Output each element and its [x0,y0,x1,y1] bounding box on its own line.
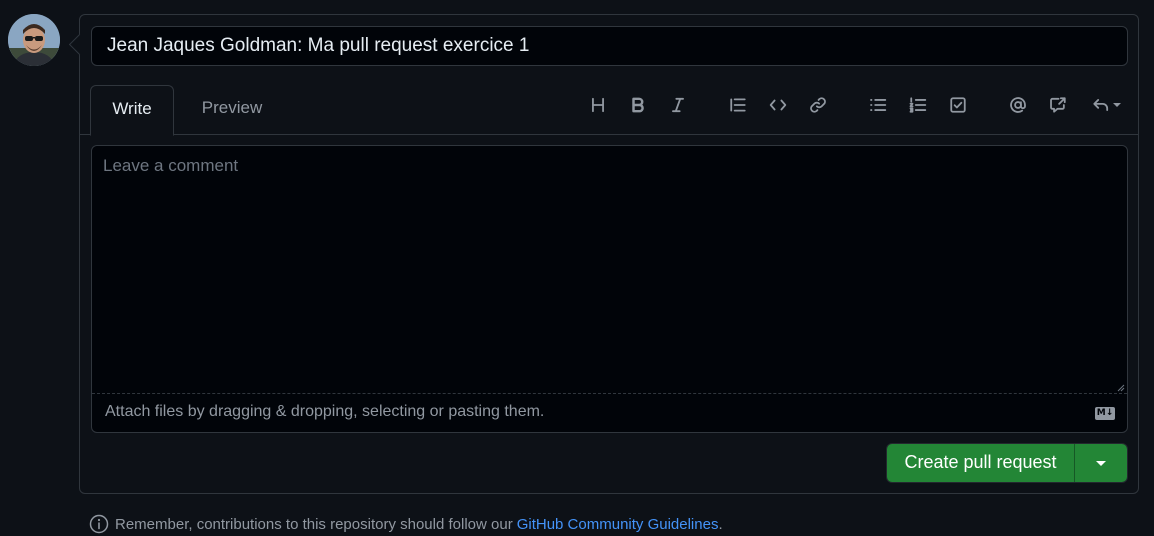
comment-textarea[interactable] [92,146,1127,394]
italic-button[interactable] [664,91,692,119]
mention-button[interactable] [1004,91,1032,119]
ordered-list-button[interactable] [904,91,932,119]
guidelines-note-text: Remember, contributions to this reposito… [115,515,513,533]
task-list-button[interactable] [944,91,972,119]
mention-icon [1010,97,1026,113]
chevron-down-icon [1112,103,1121,107]
avatar[interactable] [8,14,60,66]
community-guidelines-link[interactable]: GitHub Community Guidelines [517,516,719,533]
saved-replies-button[interactable] [1086,91,1126,119]
link-button[interactable] [804,91,832,119]
tab-write[interactable]: Write [90,85,174,136]
cross-reference-icon [1050,97,1066,113]
bold-icon [632,97,644,113]
resize-handle-icon[interactable] [1115,382,1125,392]
quote-icon [730,98,746,112]
info-icon [89,514,109,534]
create-pull-request-button-group: Create pull request [886,443,1128,483]
create-options-dropdown-button[interactable] [1075,444,1127,482]
ordered-list-icon [909,97,927,113]
quote-button[interactable] [724,91,752,119]
heading-button[interactable] [584,91,612,119]
cross-reference-button[interactable] [1044,91,1072,119]
community-guidelines-note: Remember, contributions to this reposito… [89,514,723,534]
bold-button[interactable] [624,91,652,119]
markdown-icon[interactable]: M↓ [1095,407,1115,420]
code-button[interactable] [764,91,792,119]
italic-icon [672,97,684,113]
unordered-list-button[interactable] [864,91,892,119]
pull-request-title-input[interactable] [91,26,1128,66]
attach-files-text: Attach files by dragging & dropping, sel… [105,403,545,420]
avatar-image [8,14,60,66]
guidelines-note-suffix: . [718,515,723,533]
create-pull-request-button[interactable]: Create pull request [887,444,1075,482]
code-icon [769,99,787,111]
task-list-icon [950,97,966,113]
saved-replies-icon [1092,99,1108,111]
triangle-down-icon [1096,460,1106,466]
file-attachment-area[interactable]: Attach files by dragging & dropping, sel… [92,395,1127,432]
comment-editor: Attach files by dragging & dropping, sel… [91,145,1128,433]
unordered-list-icon [870,99,887,111]
link-icon [810,97,826,113]
pull-request-composer: Write Preview A [79,14,1139,494]
heading-icon [592,97,604,113]
tab-preview[interactable]: Preview [190,85,274,135]
